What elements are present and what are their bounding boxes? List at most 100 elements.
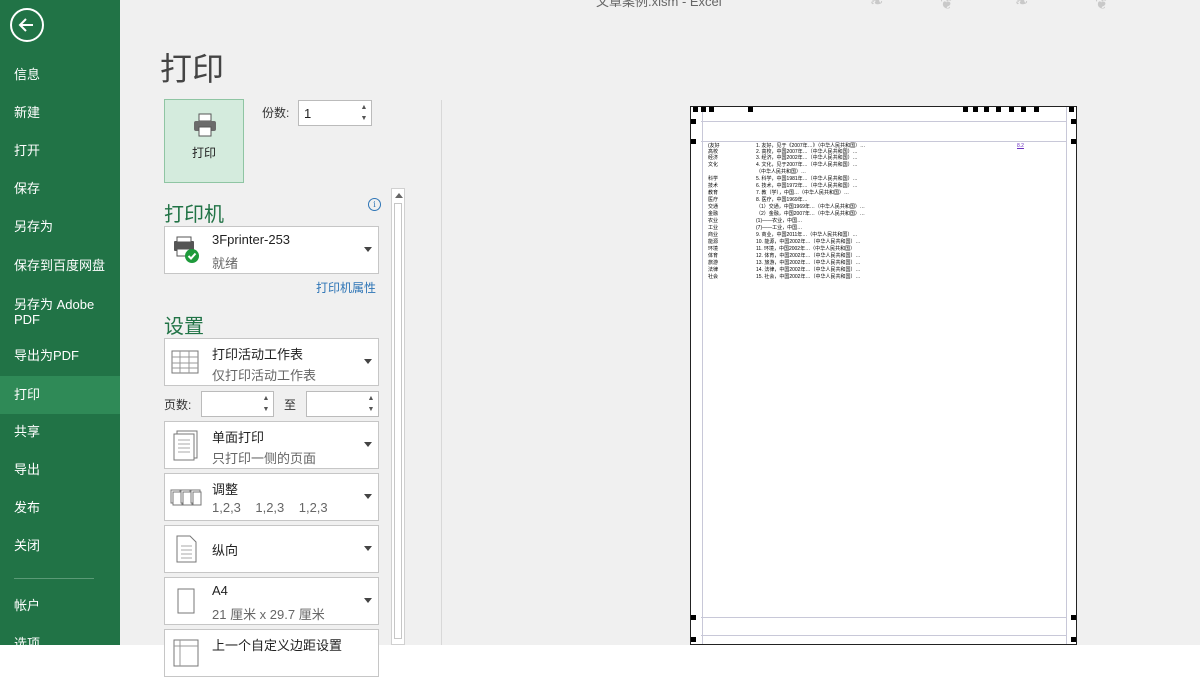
- margin-handle[interactable]: [691, 119, 696, 124]
- collate-label: 调整: [212, 482, 239, 497]
- margin-handle[interactable]: [963, 107, 968, 112]
- paper-size-label: A4: [212, 583, 228, 598]
- right-margin-line: [1066, 107, 1067, 644]
- scroll-thumb[interactable]: [394, 203, 402, 639]
- margins-select[interactable]: 上一个自定义边距设置: [164, 629, 379, 677]
- print-preview-page: 8.2 (友好 1. 友好，见于《2007年…》（中华人民共和国）… 高校 2. 高…: [690, 106, 1077, 645]
- pages-to-input[interactable]: ▲ ▼: [306, 391, 379, 417]
- paper-size-desc: 21 厘米 x 29.7 厘米: [212, 607, 325, 622]
- nav-info[interactable]: 信息: [0, 56, 120, 94]
- back-button[interactable]: [10, 8, 44, 42]
- copies-value: 1: [304, 106, 312, 121]
- chevron-down-icon: [364, 494, 372, 499]
- margin-handle[interactable]: [1071, 615, 1076, 620]
- bottom-margin-line: [701, 617, 1067, 618]
- nav-close[interactable]: 关闭: [0, 527, 120, 565]
- backstage-sidebar: 信息 新建 打开 保存 另存为 保存到百度网盘 另存为 Adobe PDF 导出…: [0, 0, 120, 645]
- margin-handle[interactable]: [973, 107, 978, 112]
- nav-open[interactable]: 打开: [0, 132, 120, 170]
- margin-handle[interactable]: [709, 107, 714, 112]
- window-title: 文章案例.xlsm - Excel: [596, 0, 722, 9]
- settings-scrollbar[interactable]: [391, 188, 405, 645]
- nav-account[interactable]: 帐户: [0, 587, 120, 625]
- info-icon[interactable]: i: [368, 198, 381, 211]
- margin-handle[interactable]: [1071, 139, 1076, 144]
- spin-down-button[interactable]: ▼: [364, 404, 378, 416]
- nav-options[interactable]: 选项: [0, 625, 120, 645]
- collate-select[interactable]: 调整 1,2,3 1,2,3 1,2,3: [164, 473, 379, 521]
- printer-ready-icon: [174, 236, 199, 263]
- leaf-decoration-icon: ❧: [870, 0, 884, 10]
- pages-to-label: 至: [284, 398, 297, 412]
- nav-export-pdf[interactable]: 导出为PDF: [0, 337, 120, 375]
- margin-handle[interactable]: [693, 107, 698, 112]
- spin-down-button[interactable]: ▼: [259, 404, 273, 416]
- one-sided-page-icon: [173, 430, 198, 461]
- nav-save-baidu[interactable]: 保存到百度网盘: [0, 247, 120, 285]
- printer-properties-link[interactable]: 打印机属性: [316, 279, 376, 296]
- margin-handle[interactable]: [996, 107, 1001, 112]
- printer-heading: 打印机: [164, 204, 224, 226]
- nav-export[interactable]: 导出: [0, 451, 120, 489]
- collate-icon: [170, 489, 202, 506]
- sides-select[interactable]: 单面打印 只打印一侧的页面: [164, 421, 379, 469]
- margin-handle[interactable]: [1071, 637, 1076, 642]
- sides-label: 单面打印: [212, 430, 265, 445]
- margin-handle[interactable]: [1021, 107, 1026, 112]
- margin-handle[interactable]: [691, 615, 696, 620]
- nav-print[interactable]: 打印: [0, 376, 120, 414]
- sides-desc: 只打印一侧的页面: [212, 451, 317, 466]
- print-what-label: 打印活动工作表: [212, 347, 304, 362]
- margin-handle[interactable]: [748, 107, 753, 112]
- pages-label: 页数:: [164, 398, 192, 412]
- collate-desc: 1,2,3 1,2,3 1,2,3: [212, 500, 328, 515]
- margin-handle[interactable]: [701, 107, 706, 112]
- margin-handle[interactable]: [691, 637, 696, 642]
- nav-divider: [14, 578, 94, 579]
- nav-new[interactable]: 新建: [0, 94, 120, 132]
- nav-share[interactable]: 共享: [0, 413, 120, 451]
- margin-handle[interactable]: [984, 107, 989, 112]
- print-button-label: 打印: [191, 146, 216, 160]
- nav-save-as-adobe-pdf[interactable]: 另存为 Adobe PDF: [0, 293, 120, 331]
- print-what-select[interactable]: 打印活动工作表 仅打印活动工作表: [164, 338, 379, 386]
- leaf-decoration-icon: ❦: [940, 0, 954, 10]
- pages-from-input[interactable]: ▲ ▼: [201, 391, 274, 417]
- printer-icon: [194, 113, 216, 137]
- print-what-desc: 仅打印活动工作表: [212, 368, 317, 383]
- left-margin-line: [702, 107, 703, 644]
- margin-handle[interactable]: [1034, 107, 1039, 112]
- chevron-down-icon: [364, 359, 372, 364]
- printer-select[interactable]: 3Fprinter-253 就绪: [164, 226, 379, 274]
- copies-label: 份数:: [262, 106, 290, 120]
- chevron-down-icon: [364, 546, 372, 551]
- paper-size-icon: [177, 588, 195, 614]
- panel-divider: [441, 100, 442, 645]
- title-bar: 文章案例.xlsm - Excel ❧ ❦ ❧ ❦: [120, 0, 1200, 10]
- arrow-left-icon: [18, 18, 33, 32]
- header-margin-line: [701, 121, 1067, 122]
- chevron-down-icon: [364, 442, 372, 447]
- margin-handle[interactable]: [1009, 107, 1014, 112]
- nav-save-as[interactable]: 另存为: [0, 208, 120, 246]
- margins-icon: [173, 639, 199, 667]
- top-margin-line: [701, 141, 1067, 142]
- worksheet-icon: [171, 350, 199, 374]
- scroll-up-arrow-icon[interactable]: [395, 193, 403, 198]
- copies-input[interactable]: 1 ▲ ▼: [298, 100, 372, 126]
- margin-handle[interactable]: [691, 139, 696, 144]
- nav-save[interactable]: 保存: [0, 170, 120, 208]
- orientation-select[interactable]: 纵向: [164, 525, 379, 573]
- settings-heading: 设置: [164, 316, 204, 338]
- spin-down-button[interactable]: ▼: [357, 113, 371, 125]
- nav-publish[interactable]: 发布: [0, 489, 120, 527]
- orientation-label: 纵向: [212, 543, 239, 558]
- print-button[interactable]: 打印: [164, 99, 244, 183]
- footer-margin-line: [701, 635, 1067, 636]
- margin-handle[interactable]: [1071, 119, 1076, 124]
- chevron-down-icon: [364, 598, 372, 603]
- printer-name: 3Fprinter-253: [212, 232, 291, 247]
- chevron-down-icon: [364, 247, 372, 252]
- paper-size-select[interactable]: A4 21 厘米 x 29.7 厘米: [164, 577, 379, 625]
- margin-handle[interactable]: [1069, 107, 1074, 112]
